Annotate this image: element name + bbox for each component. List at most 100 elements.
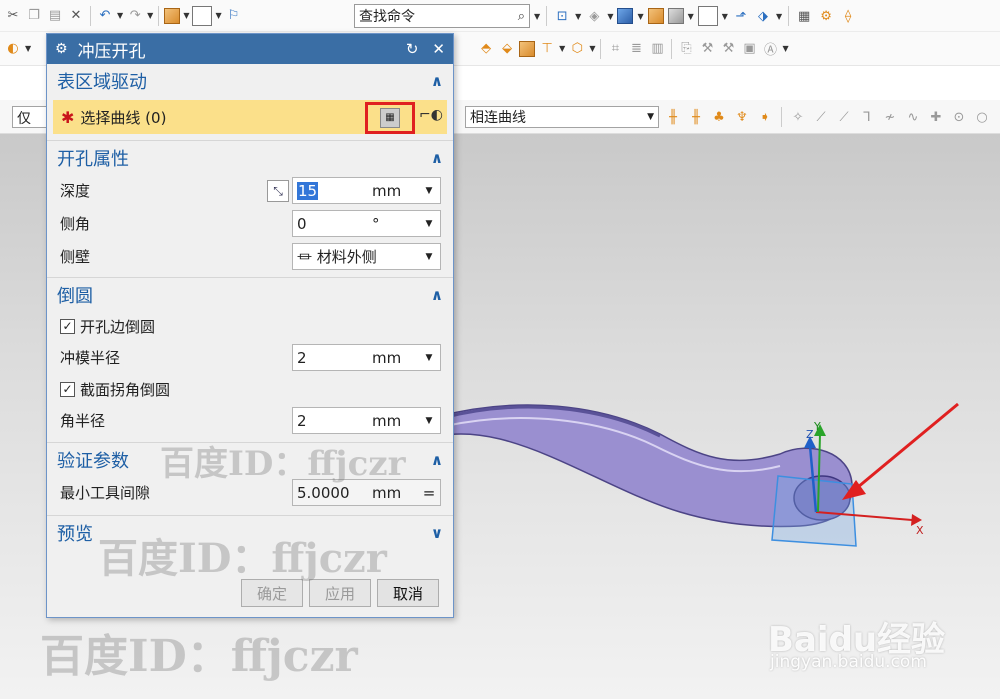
section-view-icon[interactable] xyxy=(647,8,664,24)
follow-fillet-icon[interactable]: ╫ xyxy=(687,108,705,126)
feature-curve-icon[interactable]: ♣ xyxy=(710,108,728,126)
section-corner-round-row[interactable]: ✓ 截面拐角倒圆 xyxy=(47,374,453,404)
cancel-button[interactable]: 取消 xyxy=(377,579,439,607)
chevron-down-icon[interactable]: ▼ xyxy=(422,416,436,426)
gusset-icon[interactable]: ▣ xyxy=(740,40,758,58)
redo-dropdown-icon[interactable]: ▼ xyxy=(147,11,153,20)
bend-icon[interactable]: ⊤ xyxy=(538,40,556,58)
control-point-icon[interactable]: ⅂ xyxy=(858,108,876,126)
dialog-title-bar[interactable]: ⚙ 冲压开孔 ↻ ✕ xyxy=(47,34,453,64)
min-clearance-value[interactable]: 5.0000 xyxy=(297,484,372,502)
chevron-down-icon[interactable]: ▼ xyxy=(422,252,436,262)
undo-dropdown-icon[interactable]: ▼ xyxy=(117,11,123,20)
depth-field[interactable]: 15 mm ▼ xyxy=(292,177,441,204)
group-verify-header[interactable]: 验证参数 ∧ xyxy=(47,442,453,476)
fit-view-icon[interactable]: ⊡ xyxy=(553,7,571,25)
export-icon[interactable]: ⎘ xyxy=(677,40,695,58)
reset-icon[interactable]: ↻ xyxy=(406,40,419,58)
more-icon[interactable]: ▸ xyxy=(996,108,1000,126)
arc-center-icon[interactable]: ⊙ xyxy=(950,108,968,126)
cross-icon[interactable]: ✚ xyxy=(927,108,945,126)
unbend-icon[interactable]: ⬡ xyxy=(568,40,586,58)
corner-radius-value[interactable]: 2 xyxy=(297,412,372,430)
chevron-down-icon[interactable]: ▼ xyxy=(422,186,436,196)
rotate-view-icon[interactable]: ◈ xyxy=(585,7,603,25)
side-wall-dropdown[interactable]: ⏛ 材料外侧 ▼ xyxy=(292,243,441,270)
midpoint-icon[interactable]: ⟋ xyxy=(835,108,853,126)
curve-icon[interactable]: ⌐◐ xyxy=(419,107,443,123)
command-search-input[interactable]: 查找命令 ⌕ xyxy=(354,4,530,28)
tab-icon[interactable]: ⚒ xyxy=(698,40,716,58)
layer-dropdown-icon[interactable]: ▼ xyxy=(183,11,189,20)
delete-icon[interactable]: ✕ xyxy=(67,7,85,25)
background-color-icon[interactable] xyxy=(697,6,718,26)
gear-icon[interactable]: ⚙ xyxy=(55,41,68,57)
apply-button[interactable]: 应用 xyxy=(309,579,371,607)
section-corner-round-checkbox[interactable]: ✓ xyxy=(60,381,75,397)
chevron-down-icon[interactable]: ▼ xyxy=(422,353,436,363)
stack-icon[interactable]: ≣ xyxy=(627,40,645,58)
chevron-up-icon[interactable]: ∧ xyxy=(431,72,443,90)
chevron-down-icon[interactable]: ▼ xyxy=(422,219,436,229)
cut-icon[interactable]: ✂ xyxy=(4,7,22,25)
command-finder-icon[interactable]: ⚐ xyxy=(225,7,243,25)
snap-view-icon[interactable]: ⬗ xyxy=(754,7,772,25)
flange-icon[interactable]: ⬘ xyxy=(477,40,495,58)
hole-edge-round-checkbox[interactable]: ✓ xyxy=(60,318,75,334)
side-angle-value[interactable]: 0 xyxy=(297,215,372,233)
depth-value[interactable]: 15 xyxy=(297,181,319,200)
select-curve-row[interactable]: ✱ 选择曲线 (0) ▦ ⌐◐ xyxy=(53,100,447,134)
curve-rule-dropdown[interactable]: 相连曲线 ▼ xyxy=(465,106,659,128)
selection-scope-dropdown[interactable]: 仅在 xyxy=(12,106,48,128)
text-icon[interactable]: Ⓐ xyxy=(761,40,779,58)
endpoint-icon[interactable]: ⟋ xyxy=(812,108,830,126)
curve-point-icon[interactable]: ∿ xyxy=(904,108,922,126)
view-orient-icon[interactable] xyxy=(667,8,684,24)
search-icon[interactable]: ⌕ xyxy=(518,9,525,24)
snap-point-icon[interactable]: ✧ xyxy=(789,108,807,126)
contour-flange-icon[interactable]: ⬙ xyxy=(498,40,516,58)
color-dropdown-icon[interactable]: ▼ xyxy=(215,11,221,20)
paste-icon[interactable]: ▤ xyxy=(46,7,64,25)
move-object-icon[interactable]: ⬏ xyxy=(732,7,750,25)
chevron-up-icon[interactable]: ∧ xyxy=(431,286,443,304)
gear-icon[interactable]: ⚙ xyxy=(817,7,835,25)
chevron-up-icon[interactable]: ∧ xyxy=(431,149,443,167)
redo-icon[interactable]: ↷ xyxy=(126,7,144,25)
shaded-cube-icon[interactable] xyxy=(617,8,634,24)
wcs-icon[interactable]: ⟠ xyxy=(839,7,857,25)
group-surface-drive-header[interactable]: 表区域驱动 ∧ xyxy=(47,64,453,98)
chevron-up-icon[interactable]: ∧ xyxy=(431,451,443,469)
side-angle-field[interactable]: 0 ° ▼ xyxy=(292,210,441,237)
copy-icon[interactable]: ❐ xyxy=(25,7,43,25)
sketch-section-button[interactable]: ▦ xyxy=(365,102,415,134)
die-radius-field[interactable]: 2 mm ▼ xyxy=(292,344,441,371)
group-preview-header[interactable]: 预览 ∨ xyxy=(47,515,453,549)
circle-icon[interactable]: ○ xyxy=(973,108,991,126)
equals-icon[interactable]: = xyxy=(422,484,436,502)
arrow-right-icon[interactable]: ➧ xyxy=(756,108,774,126)
stop-at-intersection-icon[interactable]: ╫ xyxy=(664,108,682,126)
ok-button[interactable]: 确定 xyxy=(241,579,303,607)
close-icon[interactable]: ✕ xyxy=(432,40,445,58)
hammer-icon[interactable]: ⚒ xyxy=(719,40,737,58)
min-clearance-field[interactable]: 5.0000 mm = xyxy=(292,479,441,506)
undo-icon[interactable]: ↶ xyxy=(96,7,114,25)
group-rounding-header[interactable]: 倒圆 ∧ xyxy=(47,277,453,311)
intersection-icon[interactable]: ≁ xyxy=(881,108,899,126)
louver-icon[interactable] xyxy=(519,40,536,57)
layer-settings-icon[interactable]: ▦ xyxy=(795,7,813,25)
corner-icon[interactable]: ⌗ xyxy=(606,40,624,58)
group-hole-props-header[interactable]: 开孔属性 ∧ xyxy=(47,140,453,174)
layer-icon[interactable] xyxy=(164,7,181,24)
path-icon[interactable]: ♆ xyxy=(733,108,751,126)
chevron-down-icon[interactable]: ∨ xyxy=(431,524,443,542)
die-radius-value[interactable]: 2 xyxy=(297,349,372,367)
sketch-icon[interactable]: ◐ xyxy=(4,40,22,58)
search-dropdown-icon[interactable]: ▼ xyxy=(534,12,540,21)
reverse-direction-icon[interactable]: ⤡ xyxy=(267,179,289,202)
color-box-icon[interactable] xyxy=(192,5,213,26)
flat-pattern-icon[interactable]: ▥ xyxy=(648,40,666,58)
hole-edge-round-row[interactable]: ✓ 开孔边倒圆 xyxy=(47,311,453,341)
corner-radius-field[interactable]: 2 mm ▼ xyxy=(292,407,441,434)
